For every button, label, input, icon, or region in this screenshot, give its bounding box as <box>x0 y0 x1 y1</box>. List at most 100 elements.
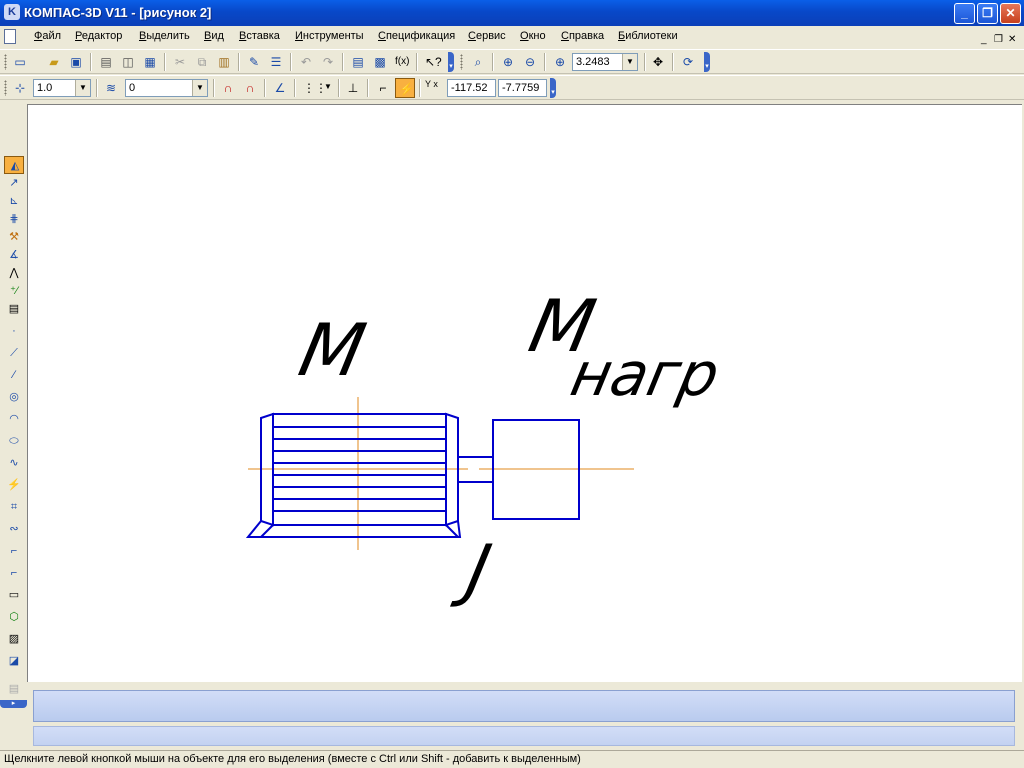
zoom-scale-button[interactable]: ⊕ <box>550 52 570 72</box>
new-document-button[interactable]: ▭ <box>10 52 30 72</box>
toolbar-overflow-grip[interactable]: ▸ <box>0 700 27 708</box>
undo-button[interactable]: ↶ <box>296 52 316 72</box>
tool-rectangle[interactable]: ▭ <box>4 586 24 604</box>
tool-parametrization[interactable]: ⚒ <box>4 228 24 246</box>
format-painter-button[interactable]: ✎ <box>244 52 264 72</box>
cut-button[interactable]: ✂ <box>170 52 190 72</box>
tool-dimensions[interactable]: ↗ <box>4 174 24 192</box>
load-torque-subscript[interactable]: нагр <box>565 341 725 410</box>
tool-disabled[interactable]: ▤ <box>4 680 24 698</box>
title-bar[interactable]: K КОМПАС-3D V11 - [рисунок 2] _ ❐ ✕ <box>0 0 1024 26</box>
tool-auxiliary-line[interactable]: ⟋ <box>4 344 24 362</box>
tool-notation[interactable]: ⊾ <box>4 192 24 210</box>
maximize-button[interactable]: ❐ <box>977 3 998 24</box>
help-pointer-button[interactable]: ↖? <box>422 52 442 72</box>
menu-view[interactable]: Вид <box>204 30 224 42</box>
motor-symbol[interactable] <box>245 412 462 538</box>
pan-button[interactable]: ✥ <box>648 52 668 72</box>
paste-button[interactable]: ▥ <box>214 52 234 72</box>
parametric-mode-button[interactable]: ⚡ <box>395 78 415 98</box>
layer-field[interactable]: 0 ▼ <box>125 79 208 97</box>
tool-spec[interactable]: ⁺⁄ <box>4 282 24 300</box>
chevron-down-icon[interactable]: ▼ <box>324 82 332 91</box>
property-panel-main[interactable] <box>33 690 1015 722</box>
tool-ellipse[interactable]: ⬭ <box>4 432 24 450</box>
menu-file[interactable]: Файл <box>34 30 61 42</box>
refresh-button[interactable]: ⟳ <box>678 52 698 72</box>
print-button[interactable]: ▤ <box>96 52 116 72</box>
torque-label[interactable]: М <box>292 309 372 393</box>
mdi-close-button[interactable]: ✕ <box>1008 34 1016 45</box>
tool-polygon[interactable]: ⬡ <box>4 608 24 626</box>
tool-point[interactable]: · <box>4 322 24 340</box>
tool-segment[interactable]: ∕ <box>4 366 24 384</box>
tool-arc[interactable]: ◠ <box>4 410 24 428</box>
toolbar-overflow-grip[interactable]: ▾ <box>448 52 454 72</box>
tool-chamfer[interactable]: ⌐ <box>4 564 24 582</box>
zoom-window-button[interactable]: ⌕ <box>468 52 488 72</box>
grid-button[interactable]: ⋮⋮ <box>300 78 327 98</box>
tool-hatch[interactable]: ▨ <box>4 630 24 648</box>
tool-spline[interactable]: ∿ <box>4 454 24 472</box>
save-button[interactable]: ▣ <box>66 52 86 72</box>
menu-tools[interactable]: Инструменты <box>295 30 364 42</box>
toolbar-handle[interactable] <box>4 80 7 96</box>
tool-select[interactable]: ⋀ <box>4 264 24 282</box>
drawing-canvas[interactable]: М М нагр J <box>27 104 1022 682</box>
local-cs-button[interactable]: ∠ <box>270 78 290 98</box>
toolbar-handle[interactable] <box>4 54 7 70</box>
toolbar-handle[interactable] <box>460 54 463 70</box>
tool-measure[interactable]: ∡ <box>4 246 24 264</box>
zoom-in-button[interactable]: ⊕ <box>498 52 518 72</box>
step-field[interactable]: 1.0 ▼ <box>33 79 91 97</box>
inertia-label[interactable]: J <box>449 531 498 610</box>
grid-step-button[interactable]: ⊹ <box>10 78 30 98</box>
property-panel-secondary[interactable] <box>33 726 1015 746</box>
layers-button[interactable]: ≋ <box>101 78 121 98</box>
manager-button[interactable]: ▤ <box>348 52 368 72</box>
tool-editing[interactable]: ⋕ <box>4 210 24 228</box>
copy-button[interactable]: ⧉ <box>192 52 212 72</box>
menu-libraries[interactable]: Библиотеки <box>618 30 678 42</box>
chevron-down-icon[interactable]: ▼ <box>192 80 207 96</box>
tool-polyline[interactable]: ⌗ <box>4 498 24 516</box>
zoom-out-button[interactable]: ⊖ <box>520 52 540 72</box>
toolbar-overflow-grip[interactable]: ▾ <box>550 78 556 98</box>
variables-button[interactable]: f(x) <box>392 52 412 72</box>
tool-geometry[interactable]: ◭ <box>4 156 24 174</box>
tool-equidistant[interactable]: ◪ <box>4 652 24 670</box>
tool-fillet[interactable]: ⌐ <box>4 542 24 560</box>
menu-help[interactable]: Справка <box>561 30 604 42</box>
menu-insert[interactable]: Вставка <box>239 30 280 42</box>
redo-button[interactable]: ↷ <box>318 52 338 72</box>
properties-button[interactable]: ▦ <box>140 52 160 72</box>
menu-select[interactable]: Выделить <box>139 30 190 42</box>
coord-x-field[interactable]: -117.52 <box>447 79 496 97</box>
menu-editor[interactable]: Редактор <box>75 30 122 42</box>
mdi-minimize-button[interactable]: _ <box>981 34 987 45</box>
tool-circle[interactable]: ◎ <box>4 388 24 406</box>
menu-service[interactable]: Сервис <box>468 30 506 42</box>
menu-spec[interactable]: Спецификация <box>378 30 455 42</box>
snap-local-button[interactable]: ∩ <box>240 78 260 98</box>
open-button[interactable]: ▰ <box>44 52 64 72</box>
menu-window[interactable]: Окно <box>520 30 546 42</box>
chevron-down-icon[interactable]: ▼ <box>75 80 90 96</box>
mdi-restore-button[interactable]: ❐ <box>994 34 1003 45</box>
list-button[interactable]: ☰ <box>266 52 286 72</box>
minimize-button[interactable]: _ <box>954 3 975 24</box>
round-button[interactable]: ⌐ <box>373 78 393 98</box>
close-button[interactable]: ✕ <box>1000 3 1021 24</box>
tool-reports[interactable]: ▤ <box>4 300 24 318</box>
tool-auto-line[interactable]: ⚡ <box>4 476 24 494</box>
zoom-scale-field[interactable]: 3.2483 ▼ <box>572 53 638 71</box>
library-button[interactable]: ▩ <box>370 52 390 72</box>
drawing-svg[interactable]: М М нагр J <box>28 105 1021 681</box>
ortho-button[interactable]: ⊥ <box>343 78 363 98</box>
tool-bezier[interactable]: ∾ <box>4 520 24 538</box>
snap-button[interactable]: ∩ <box>218 78 238 98</box>
toolbar-overflow-grip[interactable]: ▾ <box>704 52 710 72</box>
chevron-down-icon[interactable]: ▼ <box>622 54 637 70</box>
preview-button[interactable]: ◫ <box>118 52 138 72</box>
coord-y-field[interactable]: -7.7759 <box>498 79 547 97</box>
